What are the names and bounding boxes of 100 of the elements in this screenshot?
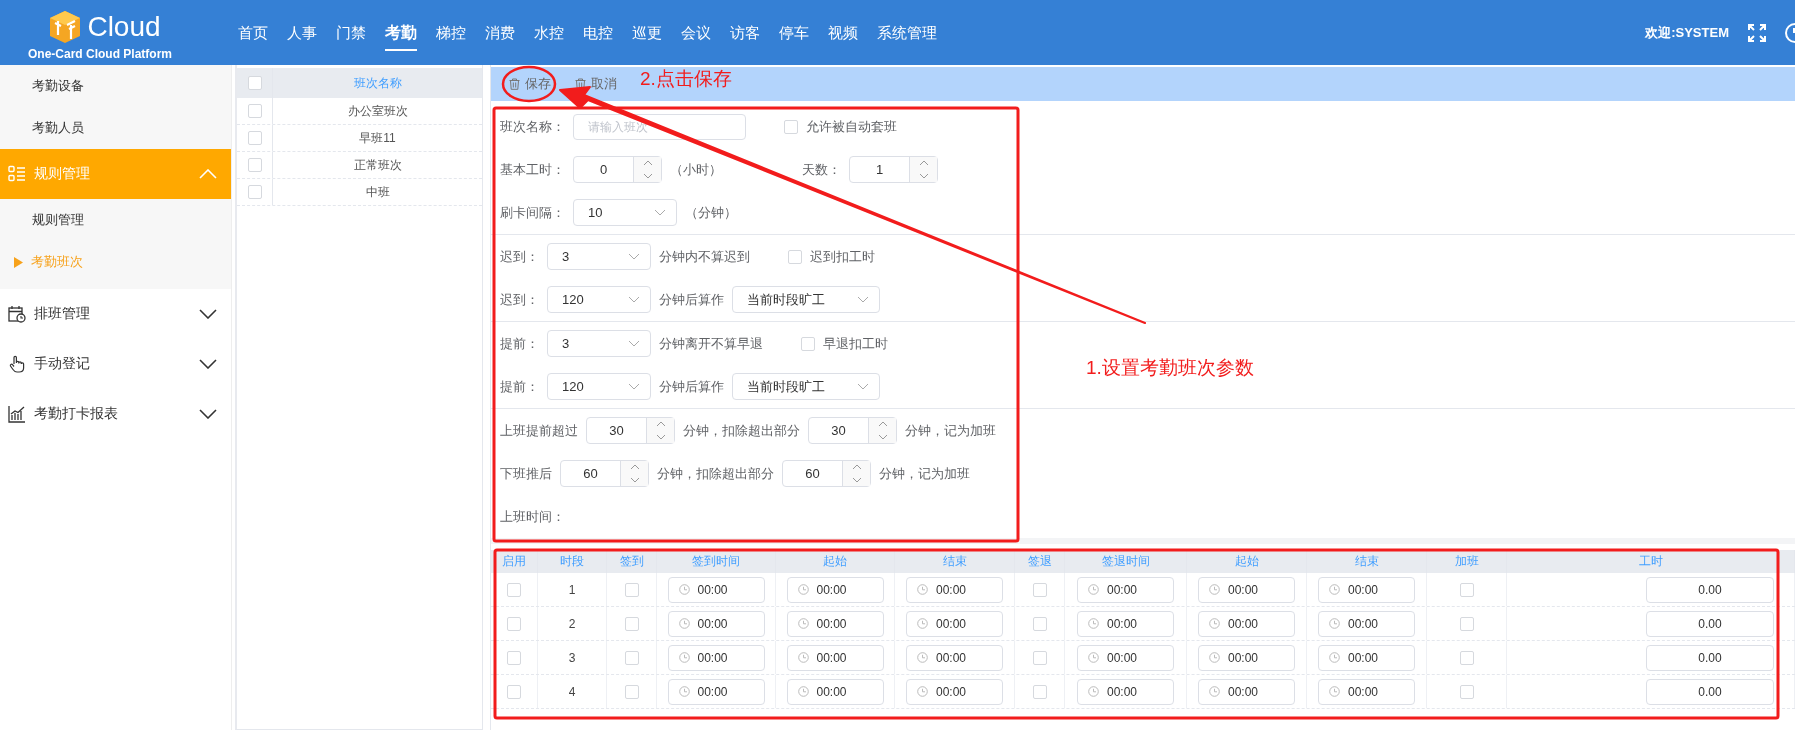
sidebar-group-label: 排班管理 [34,305,90,323]
save-button[interactable]: 保存 [505,73,555,95]
table-cell: 4 [568,684,576,699]
number-field[interactable]: 0 [573,156,662,183]
sidebar-item[interactable]: 考勤人员 [0,107,231,149]
shift-name[interactable]: 中班 [273,183,482,201]
sidebar-item[interactable]: 考勤设备 [0,65,231,107]
number-field[interactable]: 30 [586,417,675,444]
checkbox-label[interactable]: 允许被自动套班 [806,117,897,136]
logo-text: Cloud [87,10,161,43]
nav-item[interactable]: 人事 [287,15,317,50]
time-field[interactable]: 00:00 [786,678,884,705]
time-field[interactable]: 00:00 [1077,576,1174,603]
time-field[interactable]: 00:00 [1318,678,1415,705]
sidebar-group[interactable]: 排班管理 [0,289,231,339]
time-field[interactable]: 00:00 [1198,610,1295,637]
time-field[interactable]: 00:00 [1077,644,1174,671]
select-field[interactable]: 当前时段旷工 [732,373,880,400]
time-field[interactable]: 00:00 [906,678,1003,705]
select-field[interactable]: 3 [547,243,651,270]
unit-text: 分钟后算作 [659,377,724,396]
time-field[interactable]: 00:00 [1318,576,1415,603]
unit-text: 分钟，扣除超出部分 [683,421,800,440]
welcome-text: 欢迎:SYSTEM [1645,23,1729,42]
shift-name[interactable]: 早班11 [273,129,482,147]
time-field[interactable]: 00:00 [906,644,1003,671]
time-field[interactable]: 00:00 [667,644,765,671]
time-field[interactable]: 00:00 [1198,678,1295,705]
time-field[interactable]: 00:00 [1077,610,1174,637]
number-field[interactable]: 60 [560,460,649,487]
nav-item[interactable]: 梯控 [436,15,466,50]
column-header: 加班 [1427,550,1507,573]
number-field[interactable]: 60 [782,460,871,487]
nav-item[interactable]: 首页 [238,15,268,50]
number-field[interactable]: 1 [849,156,938,183]
nav-item[interactable]: 停车 [779,15,809,50]
time-field[interactable]: 00:00 [1077,678,1174,705]
column-header: 结束 [895,550,1015,573]
sidebar-group[interactable]: 考勤打卡报表 [0,389,231,439]
time-field[interactable]: 00:00 [786,576,884,603]
hours-field[interactable]: 0.00 [1646,678,1774,705]
nav-item[interactable]: 访客 [730,15,760,50]
time-field[interactable]: 00:00 [786,644,884,671]
time-field[interactable]: 00:00 [667,576,765,603]
column-header: 签退 [1015,550,1065,573]
unit-text: 分钟离开不算早退 [659,334,763,353]
nav-item[interactable]: 巡更 [632,15,662,50]
time-field[interactable]: 00:00 [1198,576,1295,603]
unit-text: （小时） [670,160,722,179]
sidebar-group-label: 考勤打卡报表 [34,405,118,423]
time-field[interactable]: 00:00 [1198,644,1295,671]
nav-item[interactable]: 考勤 [385,14,417,51]
nav-item[interactable]: 会议 [681,15,711,50]
field-label: 刷卡间隔： [500,203,565,222]
time-field[interactable]: 00:00 [667,610,765,637]
nav-item[interactable]: 消费 [485,15,515,50]
nav-item[interactable]: 水控 [534,15,564,50]
hours-field[interactable]: 0.00 [1646,576,1774,603]
time-field[interactable]: 00:00 [906,576,1003,603]
input-field[interactable]: 请输入班次 [573,113,746,140]
unit-text: 分钟，记为加班 [879,464,970,483]
time-field[interactable]: 00:00 [906,610,1003,637]
time-field[interactable]: 00:00 [1318,644,1415,671]
time-field[interactable]: 00:00 [667,678,765,705]
unit-text: 分钟，扣除超出部分 [657,464,774,483]
field-label: 提前： [500,377,539,396]
table-cell: 2 [568,616,576,631]
hours-field[interactable]: 0.00 [1646,644,1774,671]
callout-text: 2.点击保存 [640,67,732,91]
unit-text: 分钟后算作 [659,290,724,309]
column-header: 起始 [1187,550,1307,573]
column-header: 签退时间 [1065,550,1187,573]
nav-item[interactable]: 电控 [583,15,613,50]
shift-name[interactable]: 办公室班次 [273,102,482,120]
shift-name[interactable]: 正常班次 [273,156,482,174]
select-field[interactable]: 10 [573,199,677,226]
checkbox-label[interactable]: 早退扣工时 [823,334,888,353]
nav-item[interactable]: 视频 [828,15,858,50]
number-field[interactable]: 30 [808,417,897,444]
unit-text: 分钟，记为加班 [905,421,996,440]
field-label: 天数： [802,160,841,179]
sidebar-group-label: 手动登记 [34,355,90,373]
logo-subtitle: One-Card Cloud Platform [28,46,172,61]
sidebar-item-label: 规则管理 [32,211,84,229]
column-header: 结束 [1307,550,1427,573]
table-cell: 1 [568,582,576,597]
time-field[interactable]: 00:00 [1318,610,1415,637]
time-field[interactable]: 00:00 [786,610,884,637]
select-field[interactable]: 当前时段旷工 [732,286,880,313]
field-label: 迟到： [500,247,539,266]
select-field[interactable]: 120 [547,373,651,400]
checkbox-label[interactable]: 迟到扣工时 [810,247,875,266]
select-field[interactable]: 120 [547,286,651,313]
field-label: 班次名称： [500,117,565,136]
sidebar-group[interactable]: 手动登记 [0,339,231,389]
select-field[interactable]: 3 [547,330,651,357]
hours-field[interactable]: 0.00 [1646,610,1774,637]
field-label: 迟到： [500,290,539,309]
nav-item[interactable]: 系统管理 [877,15,937,50]
nav-item[interactable]: 门禁 [336,15,366,50]
